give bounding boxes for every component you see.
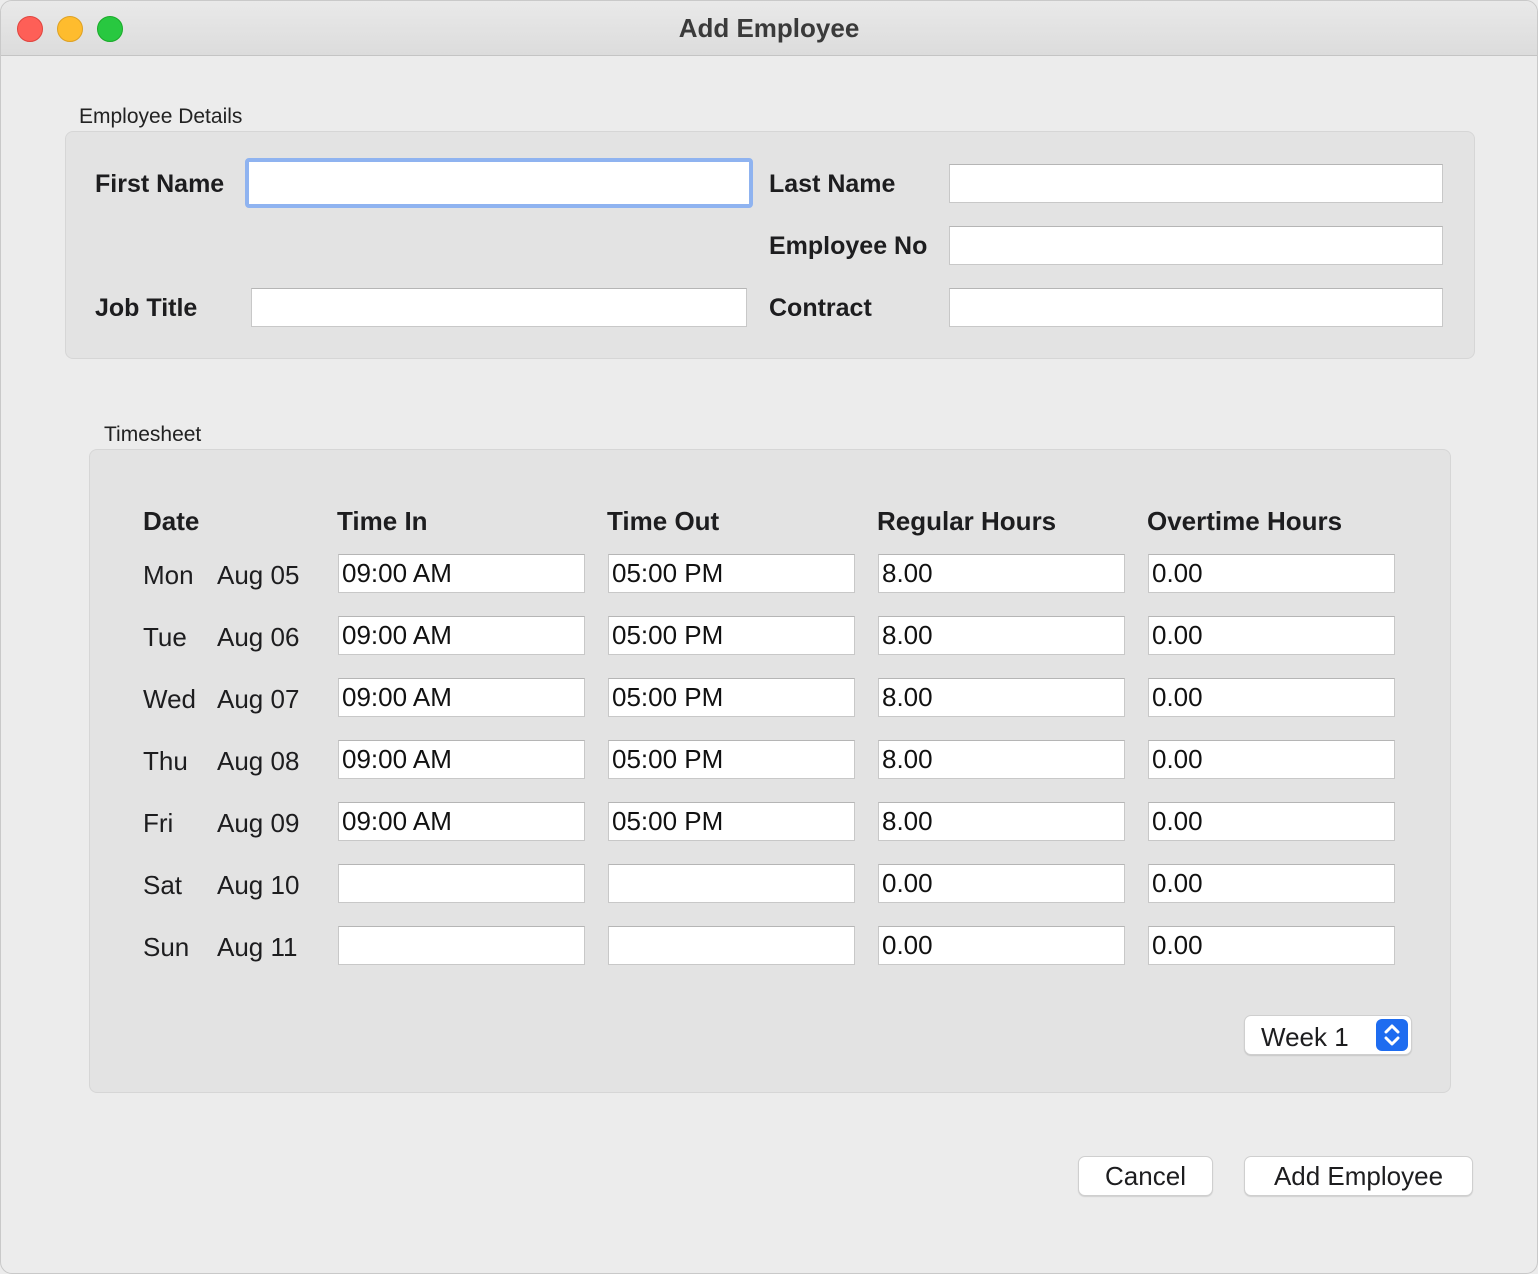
time-out-field[interactable] <box>608 554 855 593</box>
job-title-label: Job Title <box>95 294 198 322</box>
cancel-button[interactable]: Cancel <box>1078 1156 1213 1196</box>
overtime-hours-field[interactable] <box>1148 554 1395 593</box>
row-day: Mon <box>143 560 194 590</box>
time-in-field[interactable] <box>338 616 585 655</box>
time-out-field[interactable] <box>608 678 855 717</box>
time-out-field[interactable] <box>608 740 855 779</box>
regular-hours-field[interactable] <box>878 616 1125 655</box>
time-in-field[interactable] <box>338 864 585 903</box>
week-select[interactable]: Week 1 <box>1244 1015 1412 1055</box>
last-name-label: Last Name <box>769 170 896 198</box>
first-name-label: First Name <box>95 170 225 198</box>
employee-no-field[interactable] <box>949 226 1443 265</box>
overtime-hours-field[interactable] <box>1148 740 1395 779</box>
row-day: Fri <box>143 808 174 838</box>
column-header-time-out: Time Out <box>607 506 720 536</box>
time-in-field[interactable] <box>338 554 585 593</box>
row-date: Aug 06 <box>217 622 300 652</box>
regular-hours-field[interactable] <box>878 864 1125 903</box>
time-in-field[interactable] <box>338 740 585 779</box>
overtime-hours-field[interactable] <box>1148 616 1395 655</box>
window-title: Add Employee <box>678 13 860 43</box>
time-out-field[interactable] <box>608 864 855 903</box>
row-day: Tue <box>143 622 187 652</box>
column-header-regular-hours: Regular Hours <box>877 506 1057 536</box>
overtime-hours-field[interactable] <box>1148 678 1395 717</box>
row-date: Aug 07 <box>217 684 300 714</box>
overtime-hours-field[interactable] <box>1148 926 1395 965</box>
time-out-field[interactable] <box>608 616 855 655</box>
column-header-time-in: Time In <box>337 506 428 536</box>
add-employee-window: Add Employee Employee Details First Name… <box>0 0 1538 1274</box>
regular-hours-field[interactable] <box>878 802 1125 841</box>
column-header-date: Date <box>143 506 200 536</box>
row-date: Aug 08 <box>217 746 300 776</box>
overtime-hours-field[interactable] <box>1148 864 1395 903</box>
contract-label: Contract <box>769 294 872 322</box>
time-in-field[interactable] <box>338 802 585 841</box>
last-name-field[interactable] <box>949 164 1443 203</box>
timesheet-caption: Timesheet <box>104 423 202 446</box>
job-title-field[interactable] <box>251 288 747 327</box>
employee-no-label: Employee No <box>769 232 928 260</box>
row-day: Wed <box>143 684 196 714</box>
first-name-field[interactable] <box>245 158 753 208</box>
row-date: Aug 10 <box>217 870 300 900</box>
column-header-overtime-hours: Overtime Hours <box>1147 506 1343 536</box>
time-in-field[interactable] <box>338 926 585 965</box>
time-in-field[interactable] <box>338 678 585 717</box>
week-select-value: Week 1 <box>1261 1022 1349 1052</box>
row-date: Aug 11 <box>217 932 298 962</box>
contract-field[interactable] <box>949 288 1443 327</box>
row-day: Sat <box>143 870 183 900</box>
row-day: Sun <box>143 932 190 962</box>
up-down-chevron-icon <box>1376 1019 1408 1051</box>
row-day: Thu <box>143 746 188 776</box>
time-out-field[interactable] <box>608 802 855 841</box>
regular-hours-field[interactable] <box>878 678 1125 717</box>
time-out-field[interactable] <box>608 926 855 965</box>
overtime-hours-field[interactable] <box>1148 802 1395 841</box>
add-employee-button[interactable]: Add Employee <box>1244 1156 1473 1196</box>
title-bar[interactable]: Add Employee <box>1 1 1537 56</box>
regular-hours-field[interactable] <box>878 740 1125 779</box>
employee-details-caption: Employee Details <box>79 105 243 128</box>
row-date: Aug 09 <box>217 808 300 838</box>
row-date: Aug 05 <box>217 560 300 590</box>
regular-hours-field[interactable] <box>878 926 1125 965</box>
regular-hours-field[interactable] <box>878 554 1125 593</box>
